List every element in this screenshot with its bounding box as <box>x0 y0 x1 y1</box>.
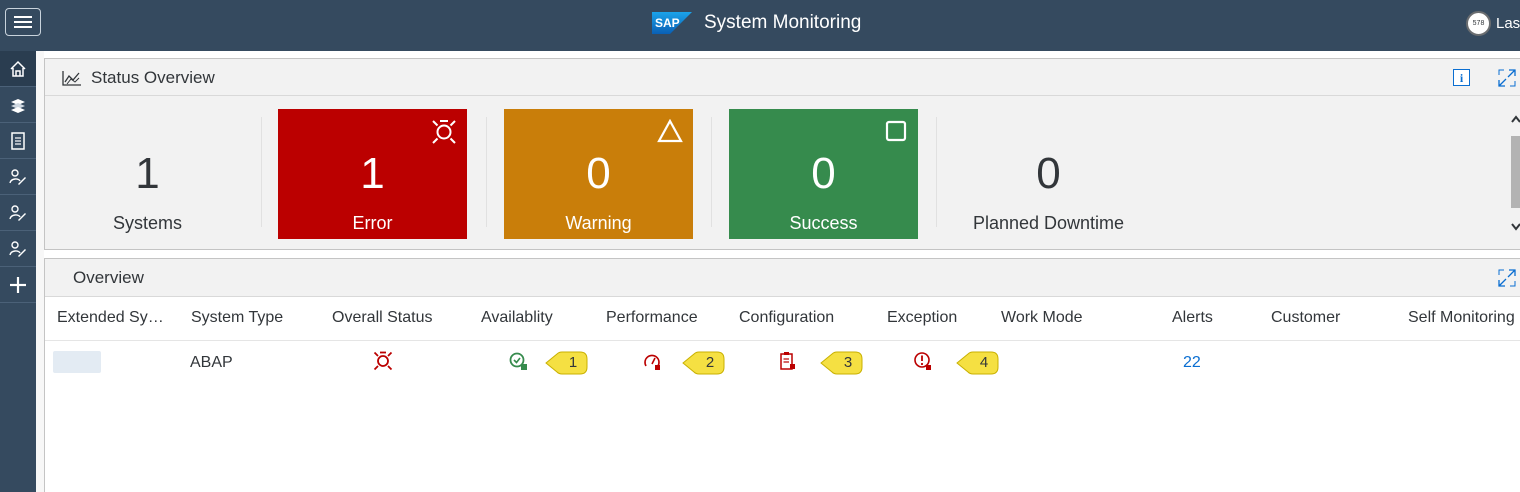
column-header-work-mode[interactable]: Work Mode <box>1001 309 1083 327</box>
tile-error-value: 1 <box>360 149 385 198</box>
column-header-exception[interactable]: Exception <box>887 309 957 327</box>
expand-icon[interactable] <box>1497 68 1517 88</box>
tile-planned-downtime[interactable]: 0 Planned Downtime <box>954 109 1143 239</box>
callout-marker-1: 1 <box>545 349 589 377</box>
shell-bar: SAP System Monitoring 578 Las <box>0 0 1520 51</box>
sap-logo: SAP <box>652 12 692 34</box>
content-background <box>36 51 44 492</box>
divider <box>261 117 262 227</box>
column-header-extended-system[interactable]: Extended Sy… <box>57 309 164 327</box>
availability-ok-icon[interactable] <box>509 352 529 372</box>
nav-edit-user-3[interactable] <box>0 231 36 267</box>
add-icon <box>10 276 26 293</box>
nav-home[interactable] <box>0 51 36 87</box>
tile-error[interactable]: 1 Error <box>278 109 467 239</box>
warning-triangle-icon <box>657 119 683 143</box>
edit-user-icon <box>9 204 26 221</box>
column-header-performance[interactable]: Performance <box>606 309 698 327</box>
tile-planned-downtime-label: Planned Downtime <box>972 213 1125 233</box>
cell-system-type: ABAP <box>190 354 233 371</box>
configuration-clipboard-icon[interactable] <box>779 351 797 371</box>
table-header: Extended Sy… System Type Overall Status … <box>45 297 1520 341</box>
nav-layers[interactable] <box>0 87 36 123</box>
document-icon <box>11 131 25 150</box>
table-row[interactable]: ABAP 1 2 3 4 22 <box>45 341 1520 385</box>
app-header: SAP System Monitoring <box>652 12 861 34</box>
callout-label-2: 2 <box>705 354 715 371</box>
column-header-customer[interactable]: Customer <box>1271 309 1340 327</box>
error-burst-icon[interactable] <box>373 351 393 371</box>
success-square-icon <box>885 120 907 142</box>
nav-edit-user-1[interactable] <box>0 159 36 195</box>
alerts-count-link[interactable]: 22 <box>1183 354 1201 372</box>
error-burst-icon <box>432 120 456 144</box>
home-icon <box>10 60 26 77</box>
column-header-self-monitoring[interactable]: Self Monitoring <box>1408 309 1515 327</box>
column-header-alerts[interactable]: Alerts <box>1172 309 1213 327</box>
nav-edit-user-2[interactable] <box>0 195 36 231</box>
tile-systems-value: 1 <box>135 149 160 198</box>
callout-marker-4: 4 <box>956 349 1000 377</box>
callout-label-4: 4 <box>979 354 989 371</box>
scroll-thumb[interactable] <box>1511 136 1520 208</box>
column-header-system-type[interactable]: System Type <box>191 309 283 327</box>
divider <box>486 117 487 227</box>
tile-success-value: 0 <box>811 149 836 198</box>
status-overview-panel: Status Overview i 1 Systems 1 Error 0 Wa… <box>44 58 1520 250</box>
tile-systems[interactable]: 1 Systems <box>53 109 242 239</box>
tile-warning-label: Warning <box>565 213 632 233</box>
callout-label-3: 3 <box>843 354 853 371</box>
svg-text:SAP: SAP <box>655 16 680 30</box>
callout-label-1: 1 <box>568 354 578 371</box>
tile-warning-value: 0 <box>586 149 611 198</box>
column-header-overall-status[interactable]: Overall Status <box>332 309 432 327</box>
left-nav <box>0 51 36 492</box>
avatar[interactable]: 578 <box>1466 11 1491 36</box>
app-title: System Monitoring <box>704 12 862 33</box>
column-header-availability[interactable]: Availablity <box>481 309 553 327</box>
tiles-scrollbar[interactable] <box>1511 109 1520 239</box>
nav-add[interactable] <box>0 267 36 303</box>
expand-icon[interactable] <box>1497 268 1517 288</box>
exception-alert-icon[interactable] <box>913 351 933 371</box>
status-overview-header: Status Overview i <box>45 59 1520 96</box>
info-icon[interactable]: i <box>1453 69 1470 86</box>
callout-marker-2: 2 <box>682 349 726 377</box>
divider <box>936 117 937 227</box>
system-name-redacted[interactable] <box>53 351 101 373</box>
tile-warning[interactable]: 0 Warning <box>504 109 693 239</box>
tile-systems-label: Systems <box>112 213 182 233</box>
chevron-down-icon[interactable] <box>1511 221 1520 233</box>
tile-success[interactable]: 0 Success <box>729 109 918 239</box>
line-chart-icon <box>62 71 81 86</box>
tile-planned-downtime-value: 0 <box>1036 149 1061 198</box>
hamburger-icon <box>14 16 32 28</box>
menu-button[interactable] <box>5 8 41 36</box>
overview-title: Overview <box>73 268 144 287</box>
column-header-configuration[interactable]: Configuration <box>739 309 834 327</box>
user-name: Las <box>1496 15 1520 32</box>
callout-marker-3: 3 <box>820 349 864 377</box>
tile-success-label: Success <box>789 213 858 233</box>
chevron-up-icon[interactable] <box>1511 113 1520 125</box>
edit-user-icon <box>9 168 26 185</box>
nav-document[interactable] <box>0 123 36 159</box>
overview-panel: Overview Extended Sy… System Type Overal… <box>44 258 1520 492</box>
edit-user-icon <box>9 240 26 257</box>
overview-header: Overview <box>45 259 1520 297</box>
user-menu[interactable]: 578 Las <box>1466 11 1520 36</box>
layers-icon <box>11 98 25 113</box>
divider <box>711 117 712 227</box>
tile-error-label: Error <box>352 213 393 233</box>
status-overview-title: Status Overview <box>91 68 215 87</box>
performance-gauge-icon[interactable] <box>643 352 663 372</box>
